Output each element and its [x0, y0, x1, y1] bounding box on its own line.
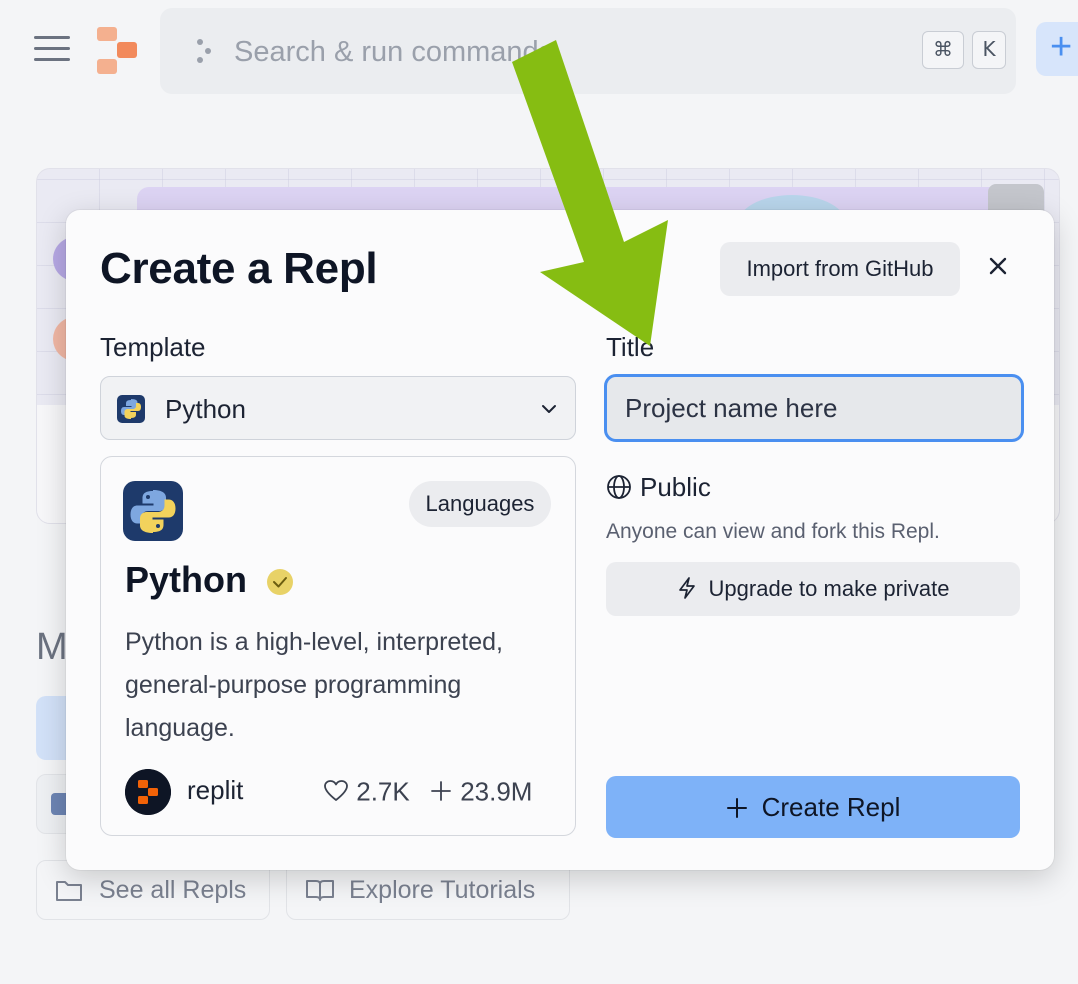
- plus-icon: [726, 798, 747, 818]
- command-search-bar[interactable]: Search & run commands ⌘ K: [160, 8, 1016, 94]
- top-bar: Search & run commands ⌘ K +: [0, 0, 1078, 104]
- forks-count: 23.9M: [460, 776, 533, 807]
- fork-plus-icon: [431, 781, 451, 801]
- avatar[interactable]: [125, 769, 171, 815]
- visibility-description: Anyone can view and fork this Repl.: [606, 520, 940, 543]
- languages-badge[interactable]: Languages: [409, 481, 551, 527]
- import-from-github-button[interactable]: Import from GitHub: [720, 242, 960, 296]
- create-repl-button[interactable]: Create Repl: [606, 776, 1020, 838]
- template-label: Template: [100, 332, 206, 362]
- close-icon[interactable]: [978, 246, 1018, 286]
- template-stats: 2.7K 23.9M: [323, 775, 532, 808]
- modal-title: Create a Repl: [100, 244, 378, 293]
- explore-tutorials-label: Explore Tutorials: [349, 876, 536, 904]
- replit-logo[interactable]: [95, 26, 139, 76]
- upgrade-label: Upgrade to make private: [708, 576, 950, 601]
- python-icon: [117, 395, 145, 423]
- shortcut-key-k: K: [972, 31, 1006, 69]
- create-repl-modal: Create a Repl Import from GitHub Templat…: [66, 210, 1054, 870]
- title-input[interactable]: [604, 374, 1024, 442]
- command-icon: [197, 39, 211, 63]
- upgrade-to-private-button[interactable]: Upgrade to make private: [606, 562, 1020, 616]
- python-icon: [123, 481, 183, 541]
- title-label: Title: [606, 332, 655, 362]
- verified-check-icon: [267, 569, 293, 595]
- visibility-status: Public: [606, 472, 711, 503]
- book-icon: [306, 880, 334, 901]
- visibility-label: Public: [640, 472, 711, 502]
- template-description: Python is a high-level, interpreted, gen…: [125, 628, 503, 742]
- template-owner[interactable]: replit: [187, 775, 243, 806]
- folder-icon: [56, 881, 82, 901]
- search-placeholder: Search & run commands: [234, 36, 554, 68]
- create-repl-label: Create Repl: [761, 792, 901, 822]
- see-all-repls-label: See all Repls: [99, 876, 247, 904]
- template-select[interactable]: Python: [100, 376, 576, 440]
- shortcut-key-cmd: ⌘: [922, 31, 964, 69]
- chevron-down-icon: [542, 405, 556, 413]
- create-plus-button[interactable]: +: [1036, 22, 1078, 76]
- menu-icon[interactable]: [34, 36, 70, 64]
- template-card[interactable]: Languages Python Python is a high-level,…: [100, 456, 576, 836]
- lightning-icon: [678, 577, 695, 599]
- heart-icon: [324, 780, 348, 801]
- section-heading-partial: M: [36, 626, 68, 668]
- likes-count: 2.7K: [356, 776, 410, 807]
- template-name: Python: [125, 559, 247, 600]
- globe-icon: [607, 475, 631, 499]
- plus-icon: +: [1050, 26, 1073, 68]
- selected-template-text: Python: [165, 394, 246, 424]
